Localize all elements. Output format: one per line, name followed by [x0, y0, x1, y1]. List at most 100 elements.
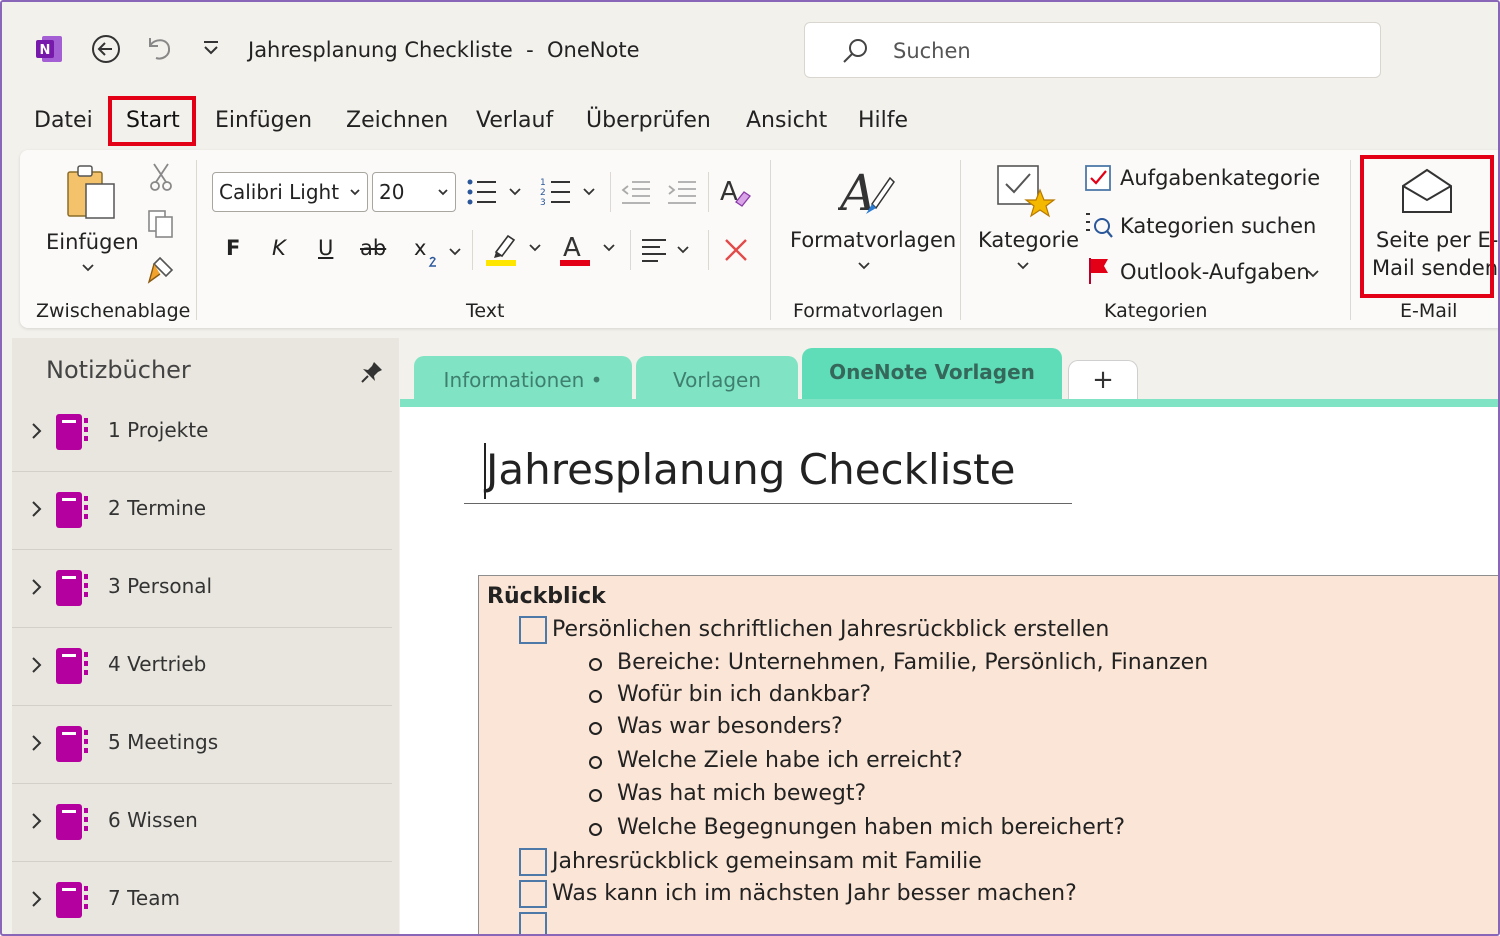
notebook-label: 7 Team	[108, 886, 180, 910]
chevron-right-icon[interactable]	[30, 420, 44, 442]
chevron-down-icon	[438, 189, 448, 196]
increase-indent-icon[interactable]	[666, 178, 698, 206]
quick-access-dropdown-icon[interactable]	[200, 38, 222, 58]
bullet-circle-icon	[589, 690, 602, 703]
menu-zeichnen[interactable]: Zeichnen	[346, 108, 448, 133]
notebook-icon	[56, 648, 88, 684]
ribbon-divider	[708, 230, 709, 270]
page-title[interactable]: Jahresplanung Checkliste	[486, 445, 1015, 494]
subscript-mark-icon	[428, 256, 436, 267]
todo-text: Was kann ich im nächsten Jahr besser mac…	[552, 881, 1077, 906]
todo-text: Persönlichen schriftlichen Jahresrückbli…	[552, 617, 1110, 642]
notebook-label: 2 Termine	[108, 496, 207, 520]
paste-button-label[interactable]: Einfügen	[46, 230, 139, 254]
section-tab-onenote-vorlagen[interactable]: OneNote Vorlagen	[802, 348, 1062, 406]
italic-button[interactable]: K	[272, 236, 286, 260]
styles-dropdown-icon[interactable]	[856, 260, 872, 272]
chevron-right-icon[interactable]	[30, 888, 44, 910]
chevron-right-icon[interactable]	[30, 576, 44, 598]
chevron-right-icon[interactable]	[30, 654, 44, 676]
decrease-indent-icon[interactable]	[620, 178, 652, 206]
chevron-right-icon[interactable]	[30, 498, 44, 520]
notebook-item[interactable]: 4 Vertrieb	[12, 628, 392, 706]
notebook-pane: Notizbücher 1 Projekte 2 Termine 3 Perso…	[12, 338, 399, 934]
menu-verlauf[interactable]: Verlauf	[476, 108, 553, 133]
todo-checkbox[interactable]	[519, 880, 547, 908]
notebook-item[interactable]: 6 Wissen	[12, 784, 392, 862]
svg-text:1: 1	[540, 178, 546, 188]
notebook-item[interactable]: 7 Team	[12, 862, 392, 934]
note-container[interactable]: Rückblick Persönlichen schriftlichen Jah…	[478, 575, 1498, 934]
format-painter-icon[interactable]	[146, 254, 178, 286]
find-tags-button[interactable]: Kategorien suchen	[1120, 214, 1316, 238]
underline-button[interactable]: U	[318, 236, 333, 260]
title-bar: N Jahresplanung Checkliste - OneNote Suc…	[2, 2, 1498, 96]
styles-button-label[interactable]: Formatvorlagen	[790, 228, 956, 252]
todo-checkbox[interactable]	[519, 912, 547, 934]
notebook-icon	[56, 882, 88, 918]
font-color-icon[interactable]: A	[558, 230, 622, 268]
notebook-icon	[56, 726, 88, 762]
task-tag-button[interactable]: Aufgabenkategorie	[1120, 166, 1320, 190]
bullets-icon[interactable]	[466, 176, 526, 208]
back-arrow-icon[interactable]	[90, 33, 122, 65]
strikethrough-button[interactable]: ab	[360, 236, 386, 260]
tag-button-label[interactable]: Kategorie	[978, 228, 1079, 252]
chevron-down-icon[interactable]	[1306, 268, 1320, 280]
notebook-item[interactable]: 5 Meetings	[12, 706, 392, 784]
copy-icon[interactable]	[146, 208, 176, 240]
add-section-button[interactable]: +	[1068, 360, 1138, 402]
task-checkbox-icon	[1085, 165, 1111, 191]
chevron-right-icon[interactable]	[30, 810, 44, 832]
chevron-down-icon[interactable]	[448, 246, 462, 258]
notebook-item[interactable]: 3 Personal	[12, 550, 392, 628]
clear-formatting-icon[interactable]: A	[718, 174, 752, 208]
notebook-icon	[56, 414, 88, 450]
todo-text: Jahresrückblick gemeinsam mit Familie	[552, 849, 982, 874]
search-input[interactable]: Suchen	[804, 22, 1381, 78]
menu-hilfe[interactable]: Hilfe	[858, 108, 908, 133]
subscript-label: x	[414, 236, 427, 260]
chevron-down-icon	[350, 189, 360, 196]
notebook-label: 3 Personal	[108, 574, 213, 598]
delete-icon[interactable]	[722, 236, 750, 264]
email-highlight-box	[1360, 155, 1494, 298]
ribbon-divider	[196, 160, 197, 320]
tag-dropdown-icon[interactable]	[1015, 260, 1031, 272]
font-name-combo[interactable]: Calibri Light	[212, 172, 368, 212]
start-highlight-box	[108, 96, 196, 146]
notebook-item[interactable]: 1 Projekte	[12, 394, 392, 472]
menu-datei[interactable]: Datei	[34, 108, 93, 133]
chevron-right-icon[interactable]	[30, 732, 44, 754]
undo-icon[interactable]	[144, 32, 174, 64]
highlighter-icon[interactable]	[484, 230, 548, 268]
numbering-icon[interactable]: 1 2 3	[540, 176, 600, 208]
paste-icon[interactable]	[64, 164, 120, 222]
outlook-tasks-button[interactable]: Outlook-Aufgaben	[1120, 260, 1310, 284]
menu-einfuegen[interactable]: Einfügen	[215, 108, 312, 133]
pin-icon[interactable]	[360, 360, 384, 384]
cut-icon[interactable]	[148, 162, 174, 192]
todo-checkbox[interactable]	[519, 616, 547, 644]
tag-star-icon[interactable]	[996, 164, 1056, 222]
menu-ueberpruefen[interactable]: Überprüfen	[586, 108, 711, 133]
styles-icon[interactable]: A	[838, 164, 898, 222]
ribbon-divider	[708, 172, 709, 212]
bullet-circle-icon	[589, 658, 602, 671]
subscript-button[interactable]: x	[414, 236, 426, 260]
paste-dropdown-icon[interactable]	[80, 262, 96, 274]
bold-button[interactable]: F	[226, 236, 240, 260]
search-icon	[843, 39, 867, 63]
text-cursor	[484, 443, 486, 499]
list-item-text: Was war besonders?	[617, 714, 843, 739]
align-icon[interactable]	[640, 236, 696, 266]
ribbon-divider	[630, 230, 631, 270]
notebook-item[interactable]: 2 Termine	[12, 472, 392, 550]
font-size-combo[interactable]: 20	[372, 172, 456, 212]
font-size-value: 20	[379, 180, 405, 204]
menu-ansicht[interactable]: Ansicht	[746, 108, 827, 133]
svg-text:A: A	[720, 177, 738, 207]
section-tab-bar	[400, 399, 1498, 407]
todo-checkbox[interactable]	[519, 848, 547, 876]
page-canvas[interactable]: Jahresplanung Checkliste Rückblick Persö…	[400, 407, 1498, 934]
